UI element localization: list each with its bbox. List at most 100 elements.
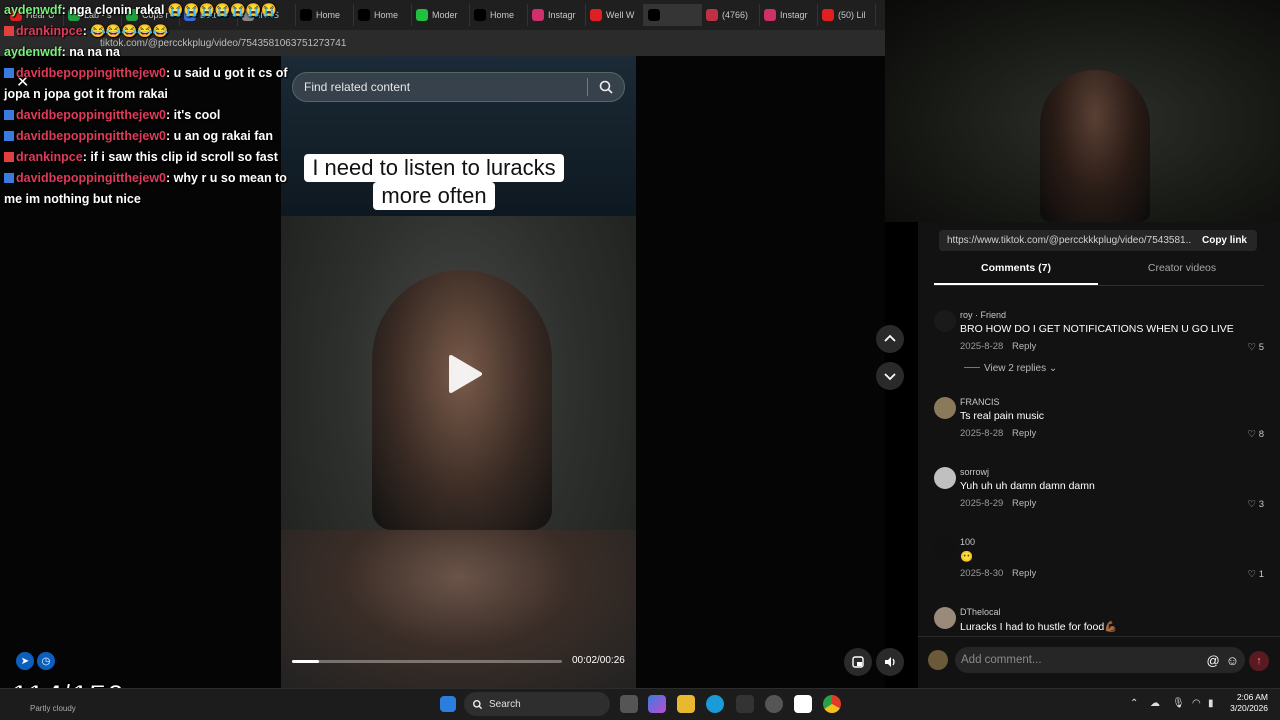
search-input[interactable]: Find related content <box>304 80 587 94</box>
x-icon <box>358 9 370 21</box>
heart-icon: ♡ <box>1247 342 1259 353</box>
comment-author[interactable]: FRANCIS <box>960 397 1000 407</box>
video-progress-bar[interactable] <box>292 660 562 663</box>
previous-video-button[interactable] <box>876 325 904 353</box>
next-video-button[interactable] <box>876 362 904 390</box>
like-button[interactable]: ♡ 8 <box>1248 429 1264 440</box>
app-icon[interactable] <box>736 695 754 713</box>
browser-tab[interactable] <box>644 4 702 26</box>
browser-tab[interactable]: Well W <box>586 4 644 26</box>
comment-author[interactable]: 100 <box>960 537 975 547</box>
mention-icon[interactable]: @ <box>1207 653 1220 668</box>
add-comment-placeholder[interactable]: Add comment... <box>961 654 1207 666</box>
clock-icon: ◷ <box>37 652 55 670</box>
comment-author[interactable]: DThelocal <box>960 607 1001 617</box>
avatar[interactable] <box>934 397 956 419</box>
cloud-icon[interactable]: ☁ <box>1150 698 1160 709</box>
microphone-icon[interactable]: 🎙 <box>1172 698 1185 709</box>
play-icon[interactable] <box>442 353 484 395</box>
comment-author[interactable]: roy · Friend <box>960 310 1006 320</box>
file-explorer-icon[interactable] <box>677 695 695 713</box>
search-icon[interactable] <box>598 79 614 95</box>
browser-tab[interactable]: Home <box>354 4 412 26</box>
browser-tab-label: Instagr <box>548 10 576 20</box>
weather-status[interactable]: Partly cloudy <box>30 704 76 713</box>
x-icon <box>474 9 486 21</box>
copilot-icon[interactable] <box>648 695 666 713</box>
app-icon[interactable] <box>794 695 812 713</box>
chat-message: davidbepoppingitthejew0: it's cool <box>4 105 304 126</box>
comment-author[interactable]: sorrowj <box>960 467 989 477</box>
app-icon[interactable] <box>765 695 783 713</box>
related-content-search[interactable]: Find related content <box>292 72 625 102</box>
miniplayer-button[interactable] <box>844 648 872 676</box>
like-button[interactable]: ♡ 1 <box>1248 569 1264 580</box>
video-subject <box>372 270 552 530</box>
browser-tab[interactable]: Instagr <box>760 4 818 26</box>
tab-creator-videos[interactable]: Creator videos <box>1100 262 1264 274</box>
view-replies-label[interactable]: View 2 replies <box>984 363 1046 374</box>
chat-username: aydenwdf <box>4 45 62 59</box>
browser-tab[interactable]: Home <box>470 4 528 26</box>
reply-button[interactable]: Reply <box>1012 428 1036 439</box>
edge-icon[interactable] <box>706 695 724 713</box>
tab-comments[interactable]: Comments (7) <box>934 262 1098 274</box>
volume-icon <box>885 657 895 667</box>
avatar[interactable] <box>934 537 956 559</box>
chevron-up-icon[interactable]: ⌃ <box>1130 698 1138 709</box>
avatar[interactable] <box>934 310 956 332</box>
chat-badge-icon <box>4 173 14 183</box>
send-comment-button[interactable]: ↑ <box>1249 651 1269 671</box>
like-button[interactable]: ♡ 3 <box>1248 499 1264 510</box>
chat-separator: : <box>166 66 174 80</box>
reply-button[interactable]: Reply <box>1012 498 1036 509</box>
reply-button[interactable]: Reply <box>1012 568 1036 579</box>
comment-text: Ts real pain music <box>960 410 1045 422</box>
browser-tab[interactable]: (50) Lil <box>818 4 876 26</box>
arrow-up-icon: ↑ <box>1256 655 1262 667</box>
like-count: 3 <box>1258 499 1264 510</box>
windows-start-icon[interactable] <box>440 696 456 712</box>
comment-text: Luracks I had to hustle for food💪🏾 <box>960 621 1118 633</box>
emoji-icon[interactable]: ☺ <box>1226 653 1239 668</box>
chat-username: aydenwdf <box>4 3 62 17</box>
view-replies-button[interactable]: View 2 replies ⌄ <box>964 363 1057 374</box>
add-comment-input[interactable]: Add comment... @ ☺ <box>955 647 1245 673</box>
comment-item: sorrowj Yuh uh uh damn damn damn 2025-8-29… <box>932 467 1268 517</box>
chat-username: drankinpce <box>16 24 83 38</box>
avatar[interactable] <box>934 467 956 489</box>
youtube-icon <box>590 9 602 21</box>
copy-link-button[interactable]: Copy link <box>1192 235 1257 246</box>
video-caption: I need to listen to luracks more often <box>298 154 570 210</box>
chat-username: davidbepoppingitthejew0 <box>16 66 167 80</box>
like-button[interactable]: ♡ 5 <box>1248 342 1264 353</box>
browser-tab[interactable]: Home <box>296 4 354 26</box>
clock-date: 3/20/2026 <box>1230 703 1268 713</box>
task-view-icon[interactable] <box>620 695 638 713</box>
chat-separator: : <box>166 108 174 122</box>
wifi-icon[interactable]: ◠ <box>1192 698 1201 709</box>
chevron-up-icon <box>884 334 896 342</box>
caption-line-2: more often <box>373 182 495 210</box>
taskbar-search-label[interactable]: Search <box>489 699 521 710</box>
youtube-icon <box>822 9 834 21</box>
volume-button[interactable] <box>876 648 904 676</box>
browser-tab-label: (4766) <box>722 10 749 20</box>
reply-button[interactable]: Reply <box>1012 341 1036 352</box>
browser-tab-label: Home <box>316 10 341 20</box>
browser-tab[interactable]: (4766) <box>702 4 760 26</box>
taskbar-search[interactable]: Search <box>464 692 610 716</box>
chat-text: na na na <box>69 45 121 59</box>
browser-tab-label: Well W <box>606 10 635 20</box>
windows-taskbar <box>0 688 1280 720</box>
system-clock[interactable]: 2:06 AM 3/20/2026 <box>1222 692 1268 714</box>
chat-username: drankinpce <box>16 150 83 164</box>
chrome-icon[interactable] <box>823 695 841 713</box>
chat-badge-icon <box>4 152 14 162</box>
battery-icon[interactable]: ▮ <box>1208 698 1214 709</box>
browser-tab[interactable]: Instagr <box>528 4 586 26</box>
avatar[interactable] <box>934 607 956 629</box>
chat-message: aydenwdf: nga clonin rakal 😭😭😭😭😭😭😭 <box>4 0 304 21</box>
comment-date: 2025-8-28 <box>960 428 1004 439</box>
browser-tab[interactable]: Moder <box>412 4 470 26</box>
